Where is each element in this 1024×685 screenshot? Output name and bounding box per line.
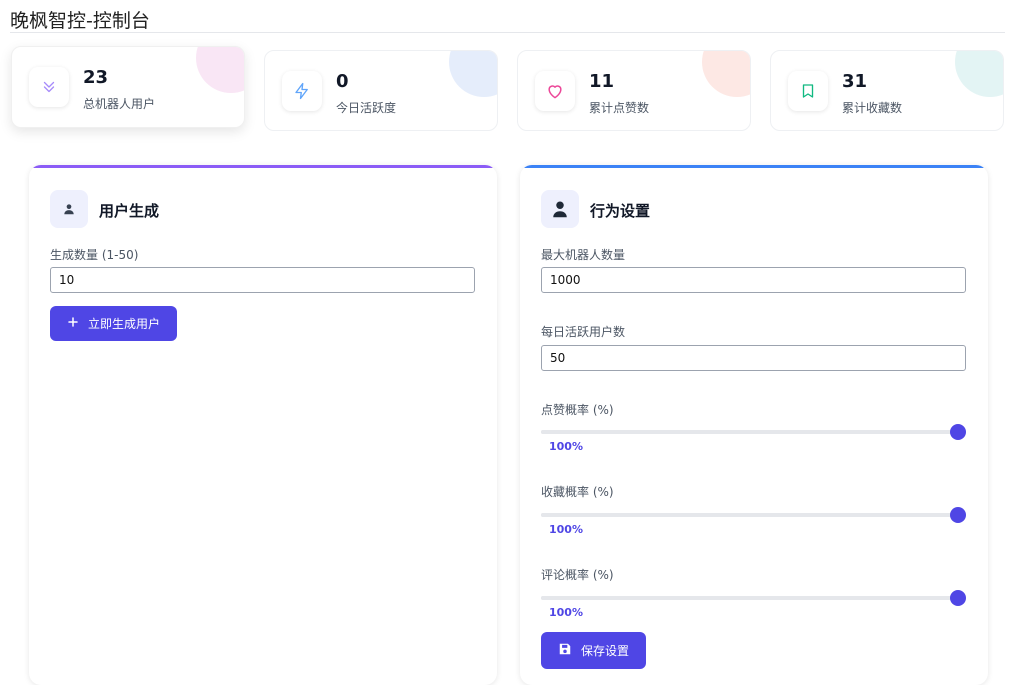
stat-value: 11 (589, 71, 615, 92)
slider-fill (541, 513, 958, 517)
button-label: 立即生成用户 (88, 317, 161, 331)
stat-value: 31 (842, 71, 868, 92)
button-label: 保存设置 (581, 644, 630, 658)
card-decoration (955, 51, 1003, 97)
save-icon (558, 642, 572, 659)
card-decoration (702, 51, 750, 97)
plus-icon (67, 316, 79, 331)
daily-active-label: 每日活跃用户数 (541, 325, 626, 339)
generate-count-label: 生成数量 (1-50) (50, 248, 139, 262)
page-title: 晚枫智控-控制台 (10, 10, 150, 32)
generate-users-button[interactable]: 立即生成用户 (50, 306, 178, 341)
bookmark-icon (788, 71, 828, 111)
slider-fill (541, 596, 958, 600)
panel-accent-line (29, 165, 497, 168)
title-divider (10, 32, 1005, 33)
heart-icon (535, 71, 575, 111)
stat-label: 总机器人用户 (83, 97, 156, 111)
max-bots-label: 最大机器人数量 (541, 248, 626, 262)
favorite-rate-slider[interactable] (541, 507, 966, 523)
stat-label: 累计收藏数 (842, 101, 903, 115)
panel-accent-line (520, 165, 988, 168)
slider-thumb[interactable] (950, 424, 966, 440)
behavior-settings-panel: 行为设置 最大机器人数量 每日活跃用户数 点赞概率 (%) 100% 收藏概率 … (520, 165, 988, 685)
stat-card-total-favorites: 31 累计收藏数 (770, 50, 1004, 131)
like-rate-label: 点赞概率 (%) (541, 403, 614, 417)
generate-count-input[interactable] (50, 267, 475, 293)
slider-thumb[interactable] (950, 590, 966, 606)
max-bots-input[interactable] (541, 267, 966, 293)
panel-title: 用户生成 (99, 202, 160, 220)
stat-value: 0 (336, 71, 349, 92)
favorite-rate-value: 100% (549, 523, 583, 536)
user-icon (50, 190, 88, 228)
stat-card-total-likes: 11 累计点赞数 (517, 50, 751, 131)
stat-card-total-bots: 23 总机器人用户 (11, 46, 245, 128)
favorite-rate-label: 收藏概率 (%) (541, 485, 614, 499)
person-icon (541, 190, 579, 228)
daily-active-input[interactable] (541, 345, 966, 371)
panel-title: 行为设置 (590, 202, 651, 220)
like-rate-slider[interactable] (541, 424, 966, 440)
lightning-icon (282, 71, 322, 111)
slider-thumb[interactable] (950, 507, 966, 523)
comment-rate-label: 评论概率 (%) (541, 568, 614, 582)
stat-label: 今日活跃度 (336, 101, 397, 115)
stat-value: 23 (83, 67, 109, 88)
comment-rate-slider[interactable] (541, 590, 966, 606)
comment-rate-value: 100% (549, 606, 583, 619)
card-decoration (196, 47, 244, 93)
card-decoration (449, 51, 497, 97)
stat-label: 累计点赞数 (589, 101, 650, 115)
save-settings-button[interactable]: 保存设置 (541, 632, 647, 669)
like-rate-value: 100% (549, 440, 583, 453)
chevrons-down-icon (29, 67, 69, 107)
user-generation-panel: 用户生成 生成数量 (1-50) 立即生成用户 (29, 165, 497, 685)
stat-card-daily-activity: 0 今日活跃度 (264, 50, 498, 131)
slider-fill (541, 430, 958, 434)
